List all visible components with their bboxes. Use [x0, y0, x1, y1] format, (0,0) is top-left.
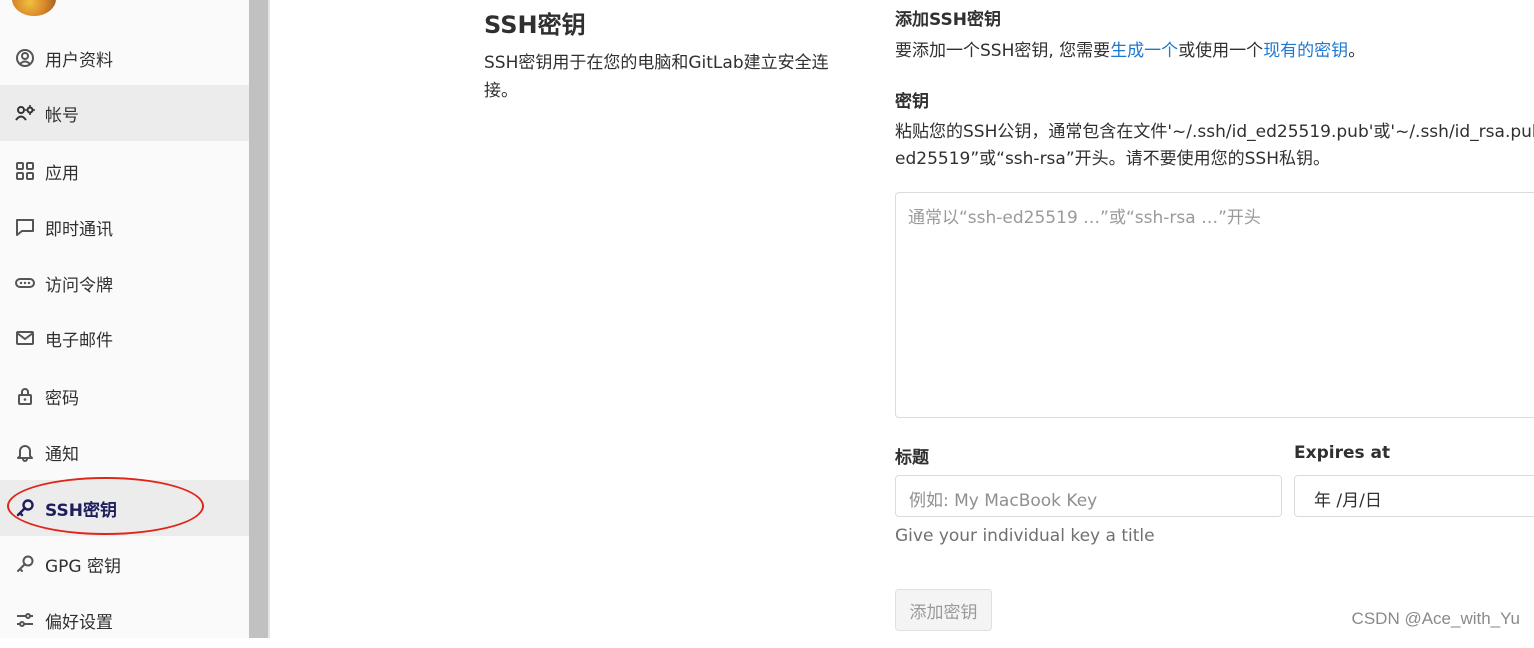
profile-icon: [15, 48, 35, 68]
sidebar-item-label: SSH密钥: [45, 500, 117, 521]
sidebar-item-label: 即时通讯: [45, 219, 113, 240]
intro-text: 。: [1348, 41, 1366, 61]
sidebar-scrollbar[interactable]: [249, 0, 268, 638]
key-icon: [15, 498, 35, 518]
add-ssh-key-intro: 要添加一个SSH密钥, 您需要生成一个或使用一个现有的密钥。: [895, 37, 1365, 66]
sidebar-item-label: 密码: [45, 388, 79, 409]
intro-text: 或使用一个: [1178, 41, 1264, 61]
sidebar-item-password[interactable]: 密码: [0, 368, 249, 424]
sidebar-item-label: GPG 密钥: [45, 556, 122, 577]
sidebar-item-label: 访问令牌: [45, 275, 113, 296]
sidebar-item-label: 用户资料: [45, 50, 113, 71]
chat-icon: [15, 217, 35, 237]
divider: [268, 0, 270, 638]
expires-date-input[interactable]: 年 /月/日: [1294, 475, 1534, 517]
intro-text: 要添加一个SSH密钥, 您需要: [895, 41, 1111, 61]
sidebar-item-applications[interactable]: 应用: [0, 143, 249, 199]
key-textarea[interactable]: 通常以“ssh-ed25519 …”或“ssh-rsa …”开头: [895, 192, 1534, 418]
key-help-line-2: ed25519”或“ssh-rsa”开头。请不要使用您的SSH私钥。: [895, 149, 1331, 169]
generate-key-link[interactable]: 生成一个: [1110, 41, 1178, 61]
avatar[interactable]: [12, 0, 56, 16]
title-label: 标题: [895, 448, 929, 468]
sidebar-item-chat[interactable]: 即时通讯: [0, 199, 249, 255]
add-key-button[interactable]: 添加密钥: [895, 589, 992, 631]
sidebar-item-label: 通知: [45, 444, 79, 465]
key-icon: [15, 554, 35, 574]
sidebar-item-label: 电子邮件: [45, 330, 113, 351]
title-placeholder: 例如: My MacBook Key: [909, 491, 1098, 511]
sidebar-item-label: 帐号: [45, 105, 79, 126]
applications-icon: [15, 161, 35, 181]
account-icon: [15, 103, 35, 123]
sidebar-item-access-tokens[interactable]: 访问令牌: [0, 255, 249, 311]
expires-date-value: 年 /月/日: [1314, 491, 1382, 511]
watermark: CSDN @Ace_with_Yu: [1351, 609, 1520, 628]
preferences-icon: [15, 610, 35, 630]
add-ssh-key-heading: 添加SSH密钥: [895, 10, 1001, 30]
sidebar-item-notifications[interactable]: 通知: [0, 424, 249, 480]
existing-key-link[interactable]: 现有的密钥: [1263, 41, 1348, 61]
sidebar-item-profile[interactable]: 用户资料: [0, 30, 249, 86]
sidebar-item-label: 偏好设置: [45, 612, 113, 633]
sidebar-item-account[interactable]: 帐号: [0, 85, 249, 141]
sidebar-item-preferences[interactable]: 偏好设置: [0, 592, 249, 648]
sidebar-item-ssh-keys[interactable]: SSH密钥: [0, 480, 249, 536]
key-label: 密钥: [895, 92, 929, 112]
bell-icon: [15, 442, 35, 462]
key-help-line-1: 粘贴您的SSH公钥，通常包含在文件'~/.ssh/id_ed25519.pub'…: [895, 122, 1534, 142]
mail-icon: [15, 328, 35, 348]
lock-icon: [15, 386, 35, 406]
sidebar-item-gpg-keys[interactable]: GPG 密钥: [0, 536, 249, 592]
title-help-text: Give your individual key a title: [895, 526, 1155, 546]
key-placeholder: 通常以“ssh-ed25519 …”或“ssh-rsa …”开头: [908, 208, 1261, 228]
expires-label: Expires at: [1294, 443, 1391, 463]
sidebar-item-label: 应用: [45, 163, 79, 184]
title-input[interactable]: 例如: My MacBook Key: [895, 475, 1282, 517]
sidebar-item-emails[interactable]: 电子邮件: [0, 310, 249, 366]
settings-sidebar: 用户资料 帐号 应用 即时通讯 访问令牌 电子邮件 密码 通知 SSH密钥 GP…: [0, 0, 249, 638]
token-icon: [15, 273, 35, 293]
page-title: SSH密钥: [484, 11, 586, 39]
section-description: SSH密钥用于在您的电脑和GitLab建立安全连接。: [484, 53, 829, 101]
